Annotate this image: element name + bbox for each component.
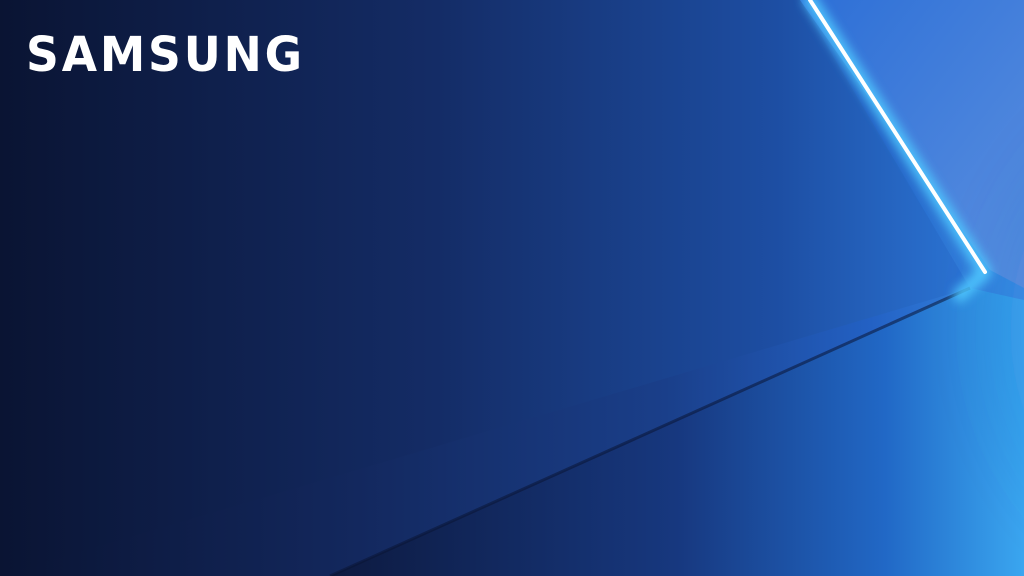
abstract-light-background — [0, 0, 1024, 576]
samsung-logo: SAMSUNG — [26, 27, 305, 83]
wallpaper: SAMSUNG — [0, 0, 1024, 576]
